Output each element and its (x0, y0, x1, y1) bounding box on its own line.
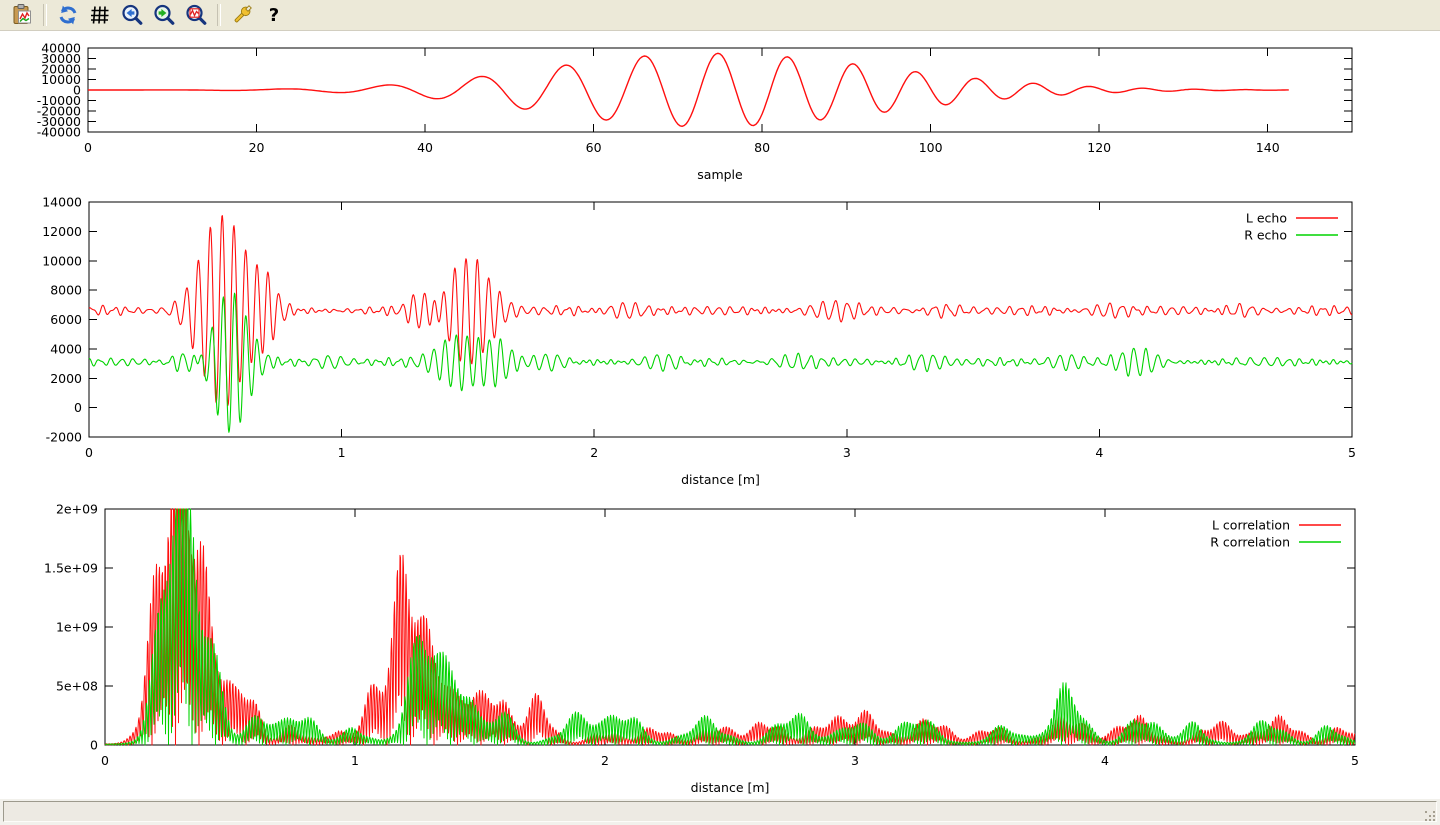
chart-0-frame[interactable] (88, 48, 1352, 132)
series-line-L-correlation (105, 509, 1355, 745)
x-tick-label: 140 (1256, 140, 1280, 155)
x-tick-label: 2 (590, 445, 598, 460)
x-axis-label: distance [m] (681, 472, 760, 487)
series-line-R-correlation (105, 509, 1355, 745)
y-tick-label: 12000 (42, 224, 82, 239)
x-tick-label: 40 (417, 140, 433, 155)
y-tick-label: 1e+09 (56, 620, 98, 635)
x-tick-label: 5 (1351, 753, 1359, 768)
zoom-next-icon (152, 3, 176, 27)
legend-label: R correlation (1210, 535, 1290, 550)
apply-autoscale-button[interactable] (181, 1, 211, 29)
x-tick-label: 0 (101, 753, 109, 768)
y-tick-label: 0 (90, 738, 98, 753)
y-tick-label: 14000 (42, 195, 82, 210)
x-tick-label: 1 (351, 753, 359, 768)
legend-label: L echo (1246, 211, 1287, 226)
x-axis-label: distance [m] (691, 780, 770, 795)
x-tick-label: 60 (586, 140, 602, 155)
legend-label: R echo (1244, 228, 1287, 243)
clipboard-chart-icon (10, 3, 34, 27)
x-tick-label: 1 (338, 445, 346, 460)
legend-label: L correlation (1212, 518, 1290, 533)
chart-1-frame[interactable] (89, 202, 1352, 437)
chart-2-frame[interactable] (105, 509, 1355, 745)
y-tick-label: 6000 (50, 312, 82, 327)
toolbar: ? (0, 0, 1440, 31)
x-tick-label: 5 (1348, 445, 1356, 460)
y-tick-label: 8000 (50, 283, 82, 298)
x-tick-label: 0 (84, 140, 92, 155)
autoscale-icon (184, 3, 208, 27)
replot-button[interactable] (53, 1, 83, 29)
y-tick-label: 2e+09 (56, 502, 98, 517)
zoom-next-button[interactable] (149, 1, 179, 29)
help-icon: ? (262, 3, 286, 27)
plot-canvas[interactable]: 020406080100120140-40000-30000-20000-100… (0, 31, 1440, 799)
series-line-L-echo (89, 216, 1352, 406)
x-tick-label: 0 (85, 445, 93, 460)
copy-to-clipboard-button[interactable] (7, 1, 37, 29)
charts-svg[interactable]: 020406080100120140-40000-30000-20000-100… (0, 31, 1440, 799)
help-button[interactable]: ? (259, 1, 289, 29)
y-tick-label: 1.5e+09 (44, 561, 98, 576)
x-tick-label: 4 (1101, 753, 1109, 768)
series-line-pulse (88, 53, 1289, 126)
y-tick-label: 4000 (50, 341, 82, 356)
x-tick-label: 4 (1095, 445, 1103, 460)
statusbar-field (3, 801, 1437, 822)
replot-icon (56, 3, 80, 27)
svg-text:?: ? (269, 5, 279, 26)
series-line-R-echo (89, 293, 1352, 432)
configuration-button[interactable] (227, 1, 257, 29)
y-tick-label: 0 (74, 400, 82, 415)
x-axis-label: sample (697, 167, 743, 182)
wrench-icon (230, 3, 254, 27)
x-tick-label: 3 (851, 753, 859, 768)
y-tick-label: 5e+08 (56, 679, 98, 694)
zoom-previous-button[interactable] (117, 1, 147, 29)
grid-icon (88, 3, 112, 27)
x-tick-label: 120 (1087, 140, 1111, 155)
toolbar-separator (217, 4, 221, 26)
x-tick-label: 80 (754, 140, 770, 155)
y-tick-label: 40000 (41, 41, 81, 56)
x-tick-label: 100 (919, 140, 943, 155)
x-tick-label: 3 (843, 445, 851, 460)
y-tick-label: 2000 (50, 371, 82, 386)
x-tick-label: 20 (249, 140, 265, 155)
resize-grip-icon[interactable] (1425, 811, 1437, 823)
zoom-previous-icon (120, 3, 144, 27)
toolbar-separator (43, 4, 47, 26)
y-tick-label: 10000 (42, 253, 82, 268)
y-tick-label: -2000 (46, 430, 82, 445)
statusbar (0, 799, 1440, 825)
toggle-grid-button[interactable] (85, 1, 115, 29)
x-tick-label: 2 (601, 753, 609, 768)
